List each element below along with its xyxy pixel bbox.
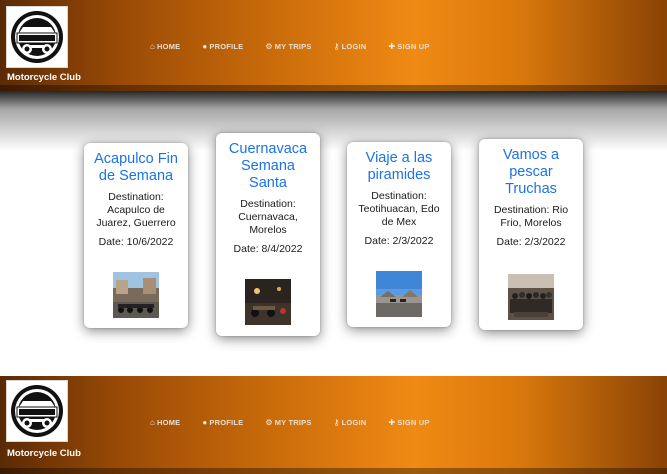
- trip-destination: Destination: Cuernavaca, Morelos: [238, 198, 298, 236]
- user-plus-icon: ✚: [388, 418, 396, 427]
- trip-title[interactable]: Viaje a las piramides: [353, 150, 445, 184]
- trip-photo[interactable]: [508, 274, 554, 320]
- nav-sign-up[interactable]: ✚ SIGN UP: [388, 42, 429, 51]
- club-logo[interactable]: [6, 6, 68, 68]
- trip-destination: Destination: Teotihuacan, Edo de Mex: [358, 190, 440, 228]
- trip-date: Date: 8/4/2022: [233, 243, 303, 255]
- nav-profile[interactable]: ● PROFILE: [202, 418, 243, 427]
- motorcycles-parked-image-icon: [113, 272, 159, 318]
- nav-login[interactable]: ⚷ LOGIN: [334, 42, 367, 51]
- motorcycle-club-logo-icon: [11, 385, 63, 437]
- trip-date: Date: 2/3/2022: [364, 235, 434, 247]
- trip-destination: Destination: Rio Frio, Morelos: [493, 204, 569, 229]
- trip-date: Date: 2/3/2022: [496, 236, 566, 248]
- nav-links: ⌂ HOME ● PROFILE ⚙ MY TRIPS ⚷ LOGIN ✚ SIGN UP: [150, 418, 430, 427]
- nav-profile-label: PROFILE: [209, 42, 244, 51]
- trip-card[interactable]: Cuernavaca Semana Santa Destination: Cue…: [216, 133, 320, 336]
- nav-sign-up-label: SIGN UP: [397, 418, 430, 427]
- nav-login-label: LOGIN: [341, 418, 367, 427]
- trip-photo[interactable]: [113, 272, 159, 318]
- trip-destination: Destination: Acapulco de Juarez, Guerrer…: [96, 191, 176, 229]
- home-icon: ⌂: [150, 42, 156, 51]
- trip-title[interactable]: Cuernavaca Semana Santa: [222, 141, 314, 192]
- brand-name[interactable]: Motorcycle Club: [7, 448, 81, 459]
- key-icon: ⚷: [333, 42, 340, 51]
- nav-home[interactable]: ⌂ HOME: [150, 418, 180, 427]
- key-icon: ⚷: [333, 418, 340, 427]
- nav-sign-up-label: SIGN UP: [397, 42, 430, 51]
- motorcycle-icon: ⚙: [265, 418, 273, 427]
- nav-login-label: LOGIN: [341, 42, 367, 51]
- trip-card[interactable]: Viaje a las piramides Destination: Teoti…: [347, 142, 451, 327]
- nav-my-trips-label: MY TRIPS: [274, 42, 312, 51]
- nav-my-trips[interactable]: ⚙ MY TRIPS: [265, 418, 311, 427]
- nav-home[interactable]: ⌂ HOME: [150, 42, 180, 51]
- nav-home-label: HOME: [157, 42, 181, 51]
- night-motorcycles-image-icon: [245, 279, 291, 325]
- nav-my-trips-label: MY TRIPS: [274, 418, 312, 427]
- trip-card[interactable]: Acapulco Fin de Semana Destination: Acap…: [84, 143, 188, 328]
- nav-links: ⌂ HOME ● PROFILE ⚙ MY TRIPS ⚷ LOGIN ✚ SIGN UP: [150, 42, 430, 51]
- trip-date: Date: 10/6/2022: [98, 236, 174, 248]
- navbar-bottom: Motorcycle Club ⌂ HOME ● PROFILE ⚙ MY TRIPS…: [0, 376, 667, 474]
- user-plus-icon: ✚: [388, 42, 396, 51]
- home-icon: ⌂: [150, 418, 156, 427]
- nav-my-trips[interactable]: ⚙ MY TRIPS: [265, 42, 311, 51]
- trip-photo[interactable]: [245, 279, 291, 325]
- nav-home-label: HOME: [157, 418, 181, 427]
- pyramids-road-image-icon: [376, 271, 422, 317]
- trip-cards: Acapulco Fin de Semana Destination: Acap…: [0, 91, 667, 376]
- nav-profile[interactable]: ● PROFILE: [202, 42, 243, 51]
- trip-photo[interactable]: [376, 271, 422, 317]
- motorcycle-club-logo-icon: [11, 11, 63, 63]
- brand-name[interactable]: Motorcycle Club: [7, 72, 81, 83]
- user-icon: ●: [202, 418, 208, 427]
- user-icon: ●: [202, 42, 208, 51]
- motorcycle-icon: ⚙: [265, 42, 273, 51]
- group-photo-image-icon: [508, 274, 554, 320]
- navbar-top: Motorcycle Club ⌂ HOME ● PROFILE ⚙ MY TRIPS…: [0, 0, 667, 151]
- trip-title[interactable]: Acapulco Fin de Semana: [90, 151, 182, 185]
- nav-profile-label: PROFILE: [209, 418, 244, 427]
- nav-login[interactable]: ⚷ LOGIN: [334, 418, 367, 427]
- trip-card[interactable]: Vamos a pescar Truchas Destination: Rio …: [479, 139, 583, 330]
- trip-title[interactable]: Vamos a pescar Truchas: [485, 147, 577, 198]
- club-logo[interactable]: [6, 380, 68, 442]
- nav-sign-up[interactable]: ✚ SIGN UP: [388, 418, 429, 427]
